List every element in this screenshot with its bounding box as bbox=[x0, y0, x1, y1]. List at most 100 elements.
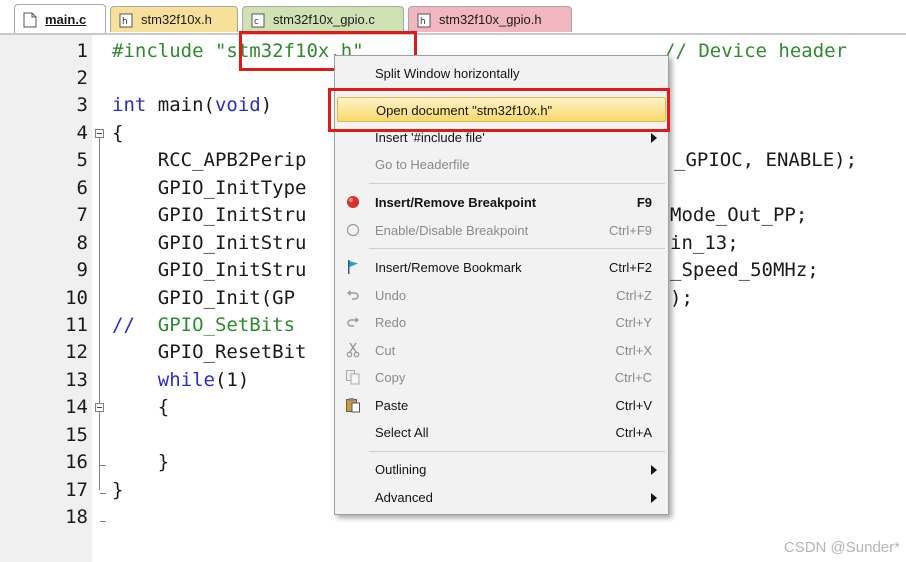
code-line-4: { bbox=[112, 122, 124, 144]
line-number: 17 bbox=[65, 479, 88, 501]
menu-item-shortcut: Ctrl+F2 bbox=[609, 260, 652, 275]
menu-item-shortcut: Ctrl+V bbox=[615, 398, 652, 413]
menu-separator bbox=[369, 183, 665, 184]
tab-label: stm32f10x_gpio.c bbox=[273, 12, 375, 27]
code-line-14: { bbox=[112, 396, 170, 418]
tab-stm32f10x-h[interactable]: h stm32f10x.h bbox=[110, 6, 238, 32]
menu-item-label: Select All bbox=[375, 425, 429, 440]
menu-item-label: Insert '#include file' bbox=[375, 130, 485, 145]
line-number-gutter: 1 2 3 4 5 6 7 8 9 10 11 12 13 14 15 16 1… bbox=[0, 35, 92, 562]
menu-item-enable-breakpoint[interactable]: Enable/Disable Breakpoint Ctrl+F9 bbox=[337, 218, 666, 243]
code-line-11: // GPIO_SetBits bbox=[112, 312, 295, 339]
menu-item-label: Paste bbox=[375, 398, 409, 413]
paste-icon bbox=[345, 397, 361, 413]
line-number: 1 bbox=[76, 40, 88, 62]
line-number: 12 bbox=[65, 341, 88, 363]
tab-main-c[interactable]: main.c bbox=[14, 4, 106, 34]
menu-item-label: Insert/Remove Breakpoint bbox=[375, 195, 537, 210]
menu-item-label: Copy bbox=[375, 370, 406, 385]
menu-item-shortcut: Ctrl+Y bbox=[615, 315, 652, 330]
code-line-10: GPIO_Init(GP bbox=[112, 287, 296, 309]
menu-item-split-window[interactable]: Split Window horizontally bbox=[337, 61, 666, 86]
line-number: 2 bbox=[76, 67, 88, 89]
keyword: void bbox=[214, 94, 261, 116]
tab-label: main.c bbox=[45, 12, 87, 27]
file-tab-bar: main.c h stm32f10x.h c stm32f10x_gpio.c … bbox=[0, 0, 906, 35]
tab-stm32f10x-gpio-h[interactable]: h stm32f10x_gpio.h bbox=[408, 6, 572, 32]
line-number: 18 bbox=[65, 506, 88, 528]
code-line-17: } bbox=[112, 479, 124, 501]
fold-end-marker bbox=[100, 465, 106, 466]
copy-icon bbox=[345, 369, 361, 385]
menu-item-shortcut: Ctrl+C bbox=[614, 370, 652, 385]
menu-item-bookmark[interactable]: Insert/Remove Bookmark Ctrl+F2 bbox=[337, 255, 666, 280]
menu-item-outlining[interactable]: Outlining bbox=[337, 457, 666, 482]
code-line-8: GPIO_InitStru bbox=[112, 232, 307, 254]
submenu-arrow-icon bbox=[651, 465, 657, 475]
menu-item-undo[interactable]: Undo Ctrl+Z bbox=[337, 283, 666, 308]
menu-item-paste[interactable]: Paste Ctrl+V bbox=[337, 393, 666, 418]
c-file-icon bbox=[23, 12, 37, 28]
c-file-icon: c bbox=[251, 12, 265, 28]
code-line-13: while(1) bbox=[112, 367, 250, 394]
line-number: 3 bbox=[76, 94, 88, 116]
menu-item-advanced[interactable]: Advanced bbox=[337, 485, 666, 510]
code-line-7: GPIO_InitStru bbox=[112, 204, 307, 226]
code-line-12: GPIO_ResetBit bbox=[112, 341, 307, 363]
menu-item-copy[interactable]: Copy Ctrl+C bbox=[337, 365, 666, 390]
svg-text:h: h bbox=[122, 17, 128, 27]
menu-item-shortcut: Ctrl+X bbox=[615, 343, 652, 358]
svg-text:c: c bbox=[254, 17, 259, 27]
preprocessor-directive: #include bbox=[112, 40, 215, 62]
menu-separator bbox=[369, 451, 665, 452]
menu-item-label: Redo bbox=[375, 315, 407, 330]
menu-item-label: Undo bbox=[375, 288, 407, 303]
menu-item-shortcut: F9 bbox=[636, 195, 652, 210]
code-line-3: int main(void) bbox=[112, 92, 272, 119]
line-number: 7 bbox=[76, 204, 88, 226]
code-text: (1) bbox=[214, 369, 250, 391]
line-number: 9 bbox=[76, 259, 88, 281]
tab-stm32f10x-gpio-c[interactable]: c stm32f10x_gpio.c bbox=[242, 6, 404, 32]
menu-item-shortcut: Ctrl+A bbox=[615, 425, 652, 440]
comment-marker: // bbox=[112, 314, 158, 336]
undo-icon bbox=[345, 287, 361, 303]
bookmark-flag-icon bbox=[345, 259, 361, 275]
code-line-5: RCC_APB2Perip bbox=[112, 149, 307, 171]
submenu-arrow-icon bbox=[651, 493, 657, 503]
fold-margin bbox=[92, 35, 110, 562]
header-file-icon: h bbox=[417, 12, 431, 28]
open-document-highlight-box bbox=[328, 88, 670, 132]
menu-item-cut[interactable]: Cut Ctrl+X bbox=[337, 338, 666, 363]
menu-item-redo[interactable]: Redo Ctrl+Y bbox=[337, 310, 666, 335]
tab-label: stm32f10x.h bbox=[141, 12, 212, 27]
commented-code: GPIO_SetBits bbox=[157, 314, 296, 336]
code-line-9-tail: _Speed_50MHz; bbox=[670, 259, 819, 281]
menu-item-label: Go to Headerfile bbox=[375, 157, 470, 172]
svg-text:h: h bbox=[420, 17, 426, 27]
breakpoint-icon bbox=[345, 194, 361, 210]
code-line-7-tail: Mode_Out_PP; bbox=[670, 204, 808, 226]
menu-item-shortcut: Ctrl+F9 bbox=[609, 223, 652, 238]
fold-toggle[interactable] bbox=[95, 403, 104, 412]
line-number: 14 bbox=[65, 396, 88, 418]
fold-guide bbox=[99, 138, 100, 490]
fold-end-marker bbox=[100, 493, 106, 494]
line-number: 4 bbox=[76, 122, 88, 144]
submenu-arrow-icon bbox=[651, 133, 657, 143]
menu-item-label: Insert/Remove Bookmark bbox=[375, 260, 522, 275]
menu-item-label: Advanced bbox=[375, 490, 433, 505]
code-line-10-tail: ); bbox=[670, 287, 693, 309]
code-line-16: } bbox=[112, 451, 170, 473]
scissors-icon bbox=[345, 342, 361, 358]
menu-item-go-to-headerfile[interactable]: Go to Headerfile bbox=[337, 152, 666, 177]
menu-item-label: Outlining bbox=[375, 462, 427, 477]
menu-item-select-all[interactable]: Select All Ctrl+A bbox=[337, 420, 666, 445]
menu-item-insert-breakpoint[interactable]: Insert/Remove Breakpoint F9 bbox=[337, 190, 666, 215]
header-file-icon: h bbox=[119, 12, 133, 28]
breakpoint-outline-icon bbox=[345, 222, 361, 238]
fold-toggle[interactable] bbox=[95, 129, 104, 138]
line-number: 10 bbox=[65, 287, 88, 309]
keyword: int bbox=[112, 94, 147, 116]
